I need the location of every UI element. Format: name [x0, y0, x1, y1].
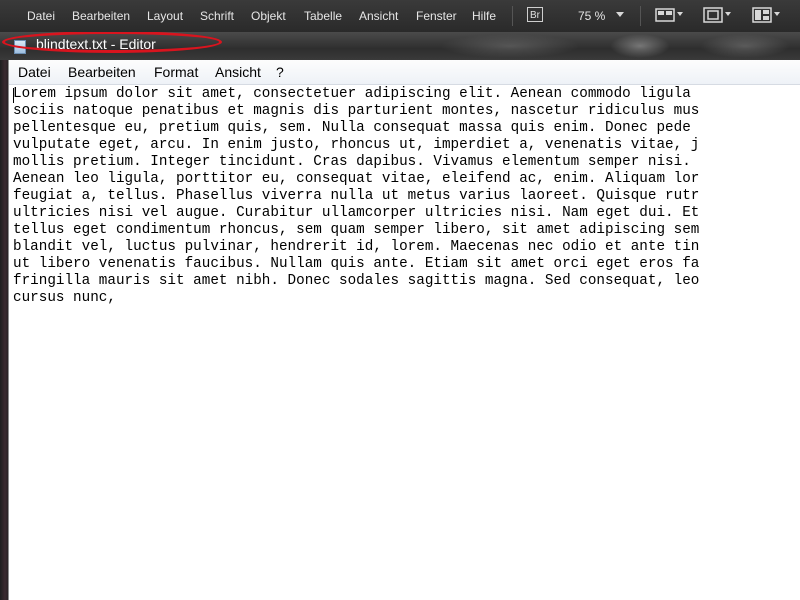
toolbar-separator — [512, 6, 513, 26]
arrange-documents-icon[interactable] — [752, 7, 772, 23]
indesign-menu-bearbeiten[interactable]: Bearbeiten — [72, 9, 130, 23]
editor-titlebar[interactable]: blindtext.txt - Editor — [0, 32, 800, 60]
screen-mode-icon[interactable] — [703, 7, 723, 23]
indesign-menu-hilfe[interactable]: Hilfe — [472, 9, 496, 23]
titlebar-glow — [440, 34, 580, 58]
indesign-menu-datei[interactable]: Datei — [27, 9, 55, 23]
screen-mode-arrow-icon[interactable] — [725, 12, 731, 16]
bridge-button[interactable]: Br — [527, 7, 543, 22]
editor-menubar: Datei Bearbeiten Format Ansicht ? — [9, 60, 800, 85]
editor-menu-bearbeiten[interactable]: Bearbeiten — [68, 64, 136, 80]
title-highlight-annotation — [2, 32, 222, 53]
titlebar-glow — [610, 34, 670, 58]
view-options-icon[interactable] — [655, 7, 675, 23]
editor-window: blindtext.txt - Editor Datei Bearbeiten … — [0, 32, 800, 600]
editor-text-area[interactable]: Lorem ipsum dolor sit amet, consectetuer… — [13, 86, 800, 600]
toolbar-separator — [640, 6, 641, 26]
indesign-menu-layout[interactable]: Layout — [147, 9, 183, 23]
zoom-level-dropdown[interactable]: 75 % — [578, 9, 605, 23]
editor-menu-format[interactable]: Format — [154, 64, 198, 80]
editor-frame: Datei Bearbeiten Format Ansicht ? Lorem … — [8, 60, 800, 600]
indesign-menu-ansicht[interactable]: Ansicht — [359, 9, 398, 23]
editor-menu-help[interactable]: ? — [276, 64, 284, 80]
indesign-menu-fenster[interactable]: Fenster — [416, 9, 457, 23]
indesign-menu-schrift[interactable]: Schrift — [200, 9, 234, 23]
editor-menu-ansicht[interactable]: Ansicht — [215, 64, 261, 80]
text-caret — [13, 88, 14, 103]
indesign-menubar: Datei Bearbeiten Layout Schrift Objekt T… — [0, 0, 800, 32]
indesign-menu-objekt[interactable]: Objekt — [251, 9, 286, 23]
arrange-documents-arrow-icon[interactable] — [774, 12, 780, 16]
editor-menu-datei[interactable]: Datei — [18, 64, 51, 80]
view-options-arrow-icon[interactable] — [677, 12, 683, 16]
zoom-dropdown-arrow-icon[interactable] — [616, 12, 624, 17]
indesign-menu-tabelle[interactable]: Tabelle — [304, 9, 342, 23]
titlebar-glow — [700, 34, 790, 58]
